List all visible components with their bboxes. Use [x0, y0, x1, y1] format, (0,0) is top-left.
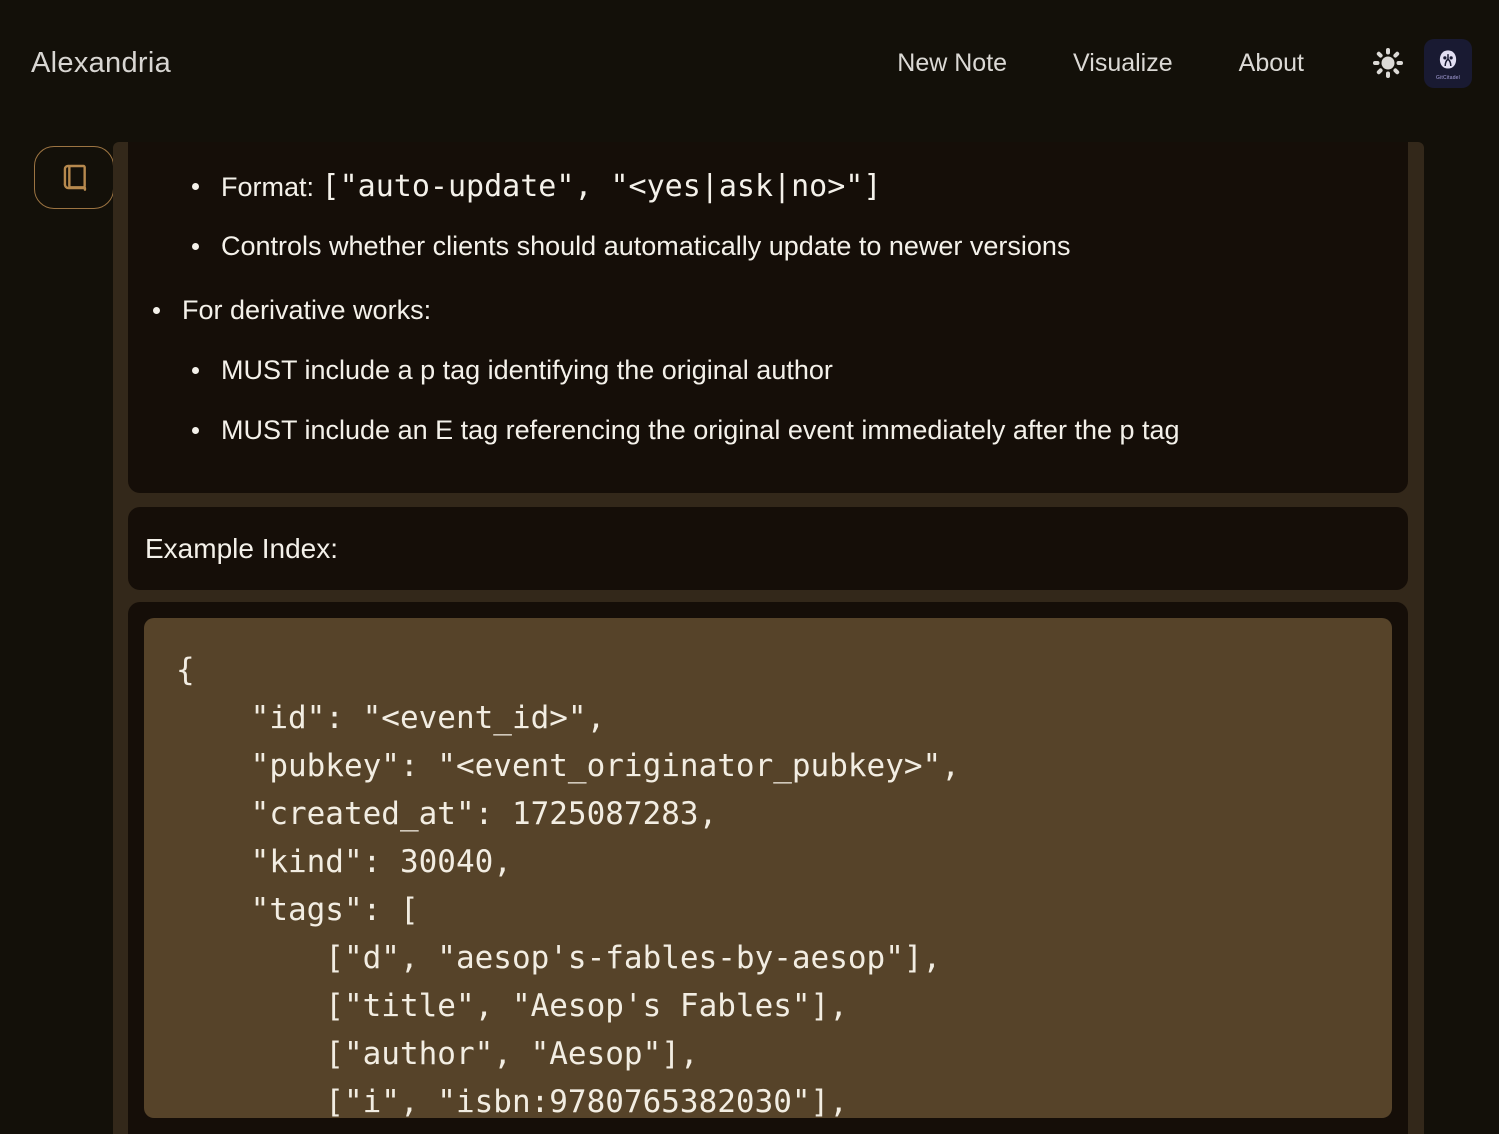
- sun-icon: [1371, 46, 1405, 80]
- bullet-dot: [192, 427, 199, 434]
- bullet-text: For derivative works:: [182, 295, 431, 326]
- bullet-dot: [153, 307, 160, 314]
- example-index-card: Example Index:: [128, 507, 1408, 590]
- bullet-text: Format: ["auto-update", "<yes|ask|no>"]: [221, 169, 881, 204]
- logo-label: GitCitadel: [1436, 75, 1460, 81]
- bullet-text: Controls whether clients should automati…: [221, 231, 1070, 262]
- citadel-helm-icon: [1433, 46, 1463, 76]
- bullet-list: Format: ["auto-update", "<yes|ask|no>"] C…: [145, 156, 1391, 460]
- bullet-item: Format: ["auto-update", "<yes|ask|no>"]: [145, 156, 1391, 216]
- bullet-dot: [192, 243, 199, 250]
- inline-code: ["auto-update", "<yes|ask|no>"]: [322, 169, 882, 204]
- bullet-text: MUST include a p tag identifying the ori…: [221, 355, 833, 386]
- bullet-text: MUST include an E tag referencing the or…: [221, 415, 1180, 446]
- bullet-item: Controls whether clients should automati…: [145, 216, 1391, 276]
- document-container: Format: ["auto-update", "<yes|ask|no>"] C…: [113, 142, 1424, 1134]
- bullet-dot: [192, 183, 199, 190]
- nav-link-about[interactable]: About: [1239, 49, 1304, 78]
- json-code: { "id": "<event_id>", "pubkey": "<event_…: [176, 646, 1360, 1118]
- bullet-item: MUST include a p tag identifying the ori…: [145, 340, 1391, 400]
- nav-link-new-note[interactable]: New Note: [897, 49, 1007, 78]
- nav-link-visualize[interactable]: Visualize: [1073, 49, 1173, 78]
- nav-links: New Note Visualize About: [897, 49, 1304, 78]
- bullet-item: For derivative works:: [145, 280, 1391, 340]
- example-code-card: { "id": "<event_id>", "pubkey": "<event_…: [128, 602, 1408, 1134]
- bullet-dot: [192, 367, 199, 374]
- bullet-item: MUST include an E tag referencing the or…: [145, 400, 1391, 460]
- book-icon: [58, 162, 90, 194]
- example-index-label: Example Index:: [145, 533, 338, 565]
- brand-title[interactable]: Alexandria: [31, 47, 171, 80]
- theme-toggle-button[interactable]: [1370, 45, 1406, 81]
- sidebar-toggle-button[interactable]: [34, 146, 114, 209]
- top-nav: Alexandria New Note Visualize About: [0, 0, 1499, 126]
- code-block: { "id": "<event_id>", "pubkey": "<event_…: [144, 618, 1392, 1118]
- gitcitadel-logo[interactable]: GitCitadel: [1424, 39, 1472, 88]
- spec-rules-card: Format: ["auto-update", "<yes|ask|no>"] C…: [128, 142, 1408, 493]
